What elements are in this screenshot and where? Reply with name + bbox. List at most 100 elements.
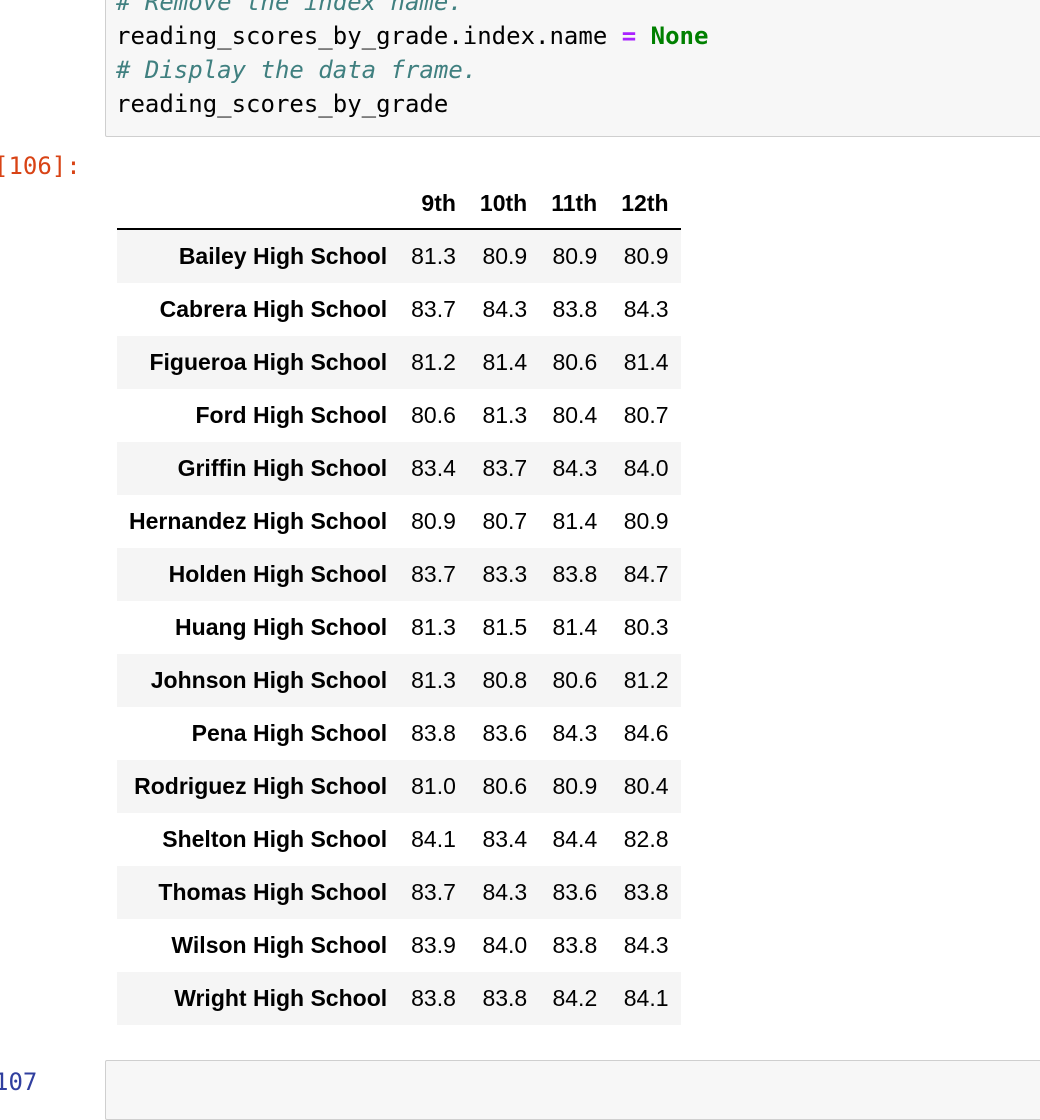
table-cell: 83.8 xyxy=(623,879,669,905)
table-cell: 81.4 xyxy=(623,349,669,375)
row-index-label: Rodriguez High School xyxy=(134,773,388,799)
table-row: Hernandez High School 80.9 80.7 81.4 80.9 xyxy=(117,495,681,548)
table-cell: 83.9 xyxy=(411,932,456,958)
table-cell: 84.2 xyxy=(552,985,598,1011)
table-cell: 81.4 xyxy=(552,614,598,640)
row-index-label: Bailey High School xyxy=(178,243,388,269)
table-cell: 83.8 xyxy=(411,720,456,746)
table-cell: 80.6 xyxy=(482,773,528,799)
table-cell: 84.3 xyxy=(552,720,598,746)
table-row: Pena High School 83.8 83.6 84.3 84.6 xyxy=(117,707,681,760)
table-cell: 80.6 xyxy=(552,349,598,375)
row-index-label: Thomas High School xyxy=(158,879,388,905)
row-index-label: Shelton High School xyxy=(162,826,388,852)
table-cell: 80.6 xyxy=(552,667,598,693)
table-row: Cabrera High School 83.7 84.3 83.8 84.3 xyxy=(117,283,681,336)
table-cell: 83.8 xyxy=(552,561,598,587)
table-cell: 84.3 xyxy=(623,296,669,322)
table-cell: 83.8 xyxy=(552,932,598,958)
table-cell: 82.8 xyxy=(623,826,669,852)
table-cell: 81.4 xyxy=(552,508,598,534)
code-operator: = xyxy=(621,22,637,50)
table-cell: 83.6 xyxy=(552,879,598,905)
table-row: Griffin High School 83.4 83.7 84.3 84.0 xyxy=(117,442,681,495)
output-prompt: [106]: xyxy=(0,152,81,180)
index-header xyxy=(117,178,400,230)
code-comment-remove-index: # Remove the index name. xyxy=(116,0,463,16)
table-cell: 81.3 xyxy=(411,243,456,269)
table-cell: 83.7 xyxy=(482,455,528,481)
table-cell: 80.9 xyxy=(623,508,669,534)
table-row: Johnson High School 81.3 80.8 80.6 81.2 xyxy=(117,654,681,707)
next-input-prompt: 107 xyxy=(0,1068,38,1096)
row-index-label: Hernandez High School xyxy=(129,508,388,534)
table-cell: 81.0 xyxy=(411,773,456,799)
table-cell: 80.9 xyxy=(482,243,528,269)
row-index-label: Cabrera High School xyxy=(159,296,388,322)
table-cell: 83.3 xyxy=(482,561,528,587)
table-cell: 81.3 xyxy=(411,667,456,693)
table-cell: 80.9 xyxy=(411,508,456,534)
table-cell: 81.4 xyxy=(482,349,528,375)
table-row: Rodriguez High School 81.0 80.6 80.9 80.4 xyxy=(117,760,681,813)
table-row: Ford High School 80.6 81.3 80.4 80.7 xyxy=(117,389,681,442)
table-cell: 83.4 xyxy=(482,826,528,852)
table-cell: 80.9 xyxy=(623,243,669,269)
row-index-label: Wright High School xyxy=(174,985,388,1011)
table-cell: 83.7 xyxy=(411,879,456,905)
table-body: Bailey High School 81.3 80.9 80.9 80.9 Cabrer… xyxy=(117,229,681,1025)
table-cell: 83.6 xyxy=(482,720,528,746)
row-index-label: Huang High School xyxy=(175,614,388,640)
table-row: Thomas High School 83.7 84.3 83.6 83.8 xyxy=(117,866,681,919)
row-index-label: Wilson High School xyxy=(171,932,388,958)
table-cell: 81.5 xyxy=(482,614,528,640)
code-line-display: reading_scores_by_grade xyxy=(116,90,449,118)
table-cell: 83.8 xyxy=(411,985,456,1011)
table-cell: 84.0 xyxy=(482,932,528,958)
table-cell: 84.1 xyxy=(411,826,456,852)
table-row: Shelton High School 84.1 83.4 84.4 82.8 xyxy=(117,813,681,866)
code-keyword: None xyxy=(650,22,709,50)
table-cell: 81.3 xyxy=(482,402,528,428)
table-row: Bailey High School 81.3 80.9 80.9 80.9 xyxy=(117,229,681,283)
table-cell: 81.3 xyxy=(411,614,456,640)
column-header: 10th xyxy=(467,178,540,230)
table-cell: 80.4 xyxy=(552,402,598,428)
table-cell: 80.7 xyxy=(482,508,528,534)
row-index-label: Pena High School xyxy=(191,720,388,746)
table-row: Wright High School 83.8 83.8 84.2 84.1 xyxy=(117,972,681,1025)
code-cell[interactable]: # Remove the index name. reading_scores_… xyxy=(105,0,1040,137)
table-cell: 84.3 xyxy=(552,455,598,481)
table-cell: 83.8 xyxy=(552,296,598,322)
row-index-label: Ford High School xyxy=(195,402,388,428)
table-cell: 80.8 xyxy=(482,667,528,693)
table-cell: 80.6 xyxy=(411,402,456,428)
table-cell: 83.4 xyxy=(411,455,456,481)
row-index-label: Johnson High School xyxy=(150,667,388,693)
column-header: 12th xyxy=(609,178,681,230)
table-cell: 84.6 xyxy=(623,720,669,746)
column-header: 9th xyxy=(399,178,468,230)
code-line-index-name: reading_scores_by_grade.index.name = Non… xyxy=(116,19,708,53)
table-cell: 80.9 xyxy=(552,773,598,799)
table-cell: 81.2 xyxy=(623,667,669,693)
table-cell: 80.9 xyxy=(552,243,598,269)
table-cell: 84.7 xyxy=(623,561,669,587)
code-comment-display: # Display the data frame. xyxy=(116,56,478,84)
code-statement: reading_scores_by_grade.index.name xyxy=(116,22,622,50)
row-index-label: Figueroa High School xyxy=(149,349,388,375)
dataframe-table: 9th 10th 11th 12th Bailey High School 81.… xyxy=(117,178,681,1025)
table-cell: 84.3 xyxy=(482,879,528,905)
table-cell: 84.3 xyxy=(623,932,669,958)
table-cell: 84.4 xyxy=(552,826,598,852)
table-cell: 84.0 xyxy=(623,455,669,481)
table-row: Figueroa High School 81.2 81.4 80.6 81.4 xyxy=(117,336,681,389)
table-header: 9th 10th 11th 12th xyxy=(117,178,681,230)
table-cell: 84.1 xyxy=(623,985,669,1011)
table-cell: 80.7 xyxy=(623,402,669,428)
column-header: 11th xyxy=(539,178,610,230)
row-index-label: Griffin High School xyxy=(177,455,388,481)
table-row: Wilson High School 83.9 84.0 83.8 84.3 xyxy=(117,919,681,972)
table-cell: 83.7 xyxy=(411,561,456,587)
next-code-cell[interactable] xyxy=(105,1060,1040,1120)
